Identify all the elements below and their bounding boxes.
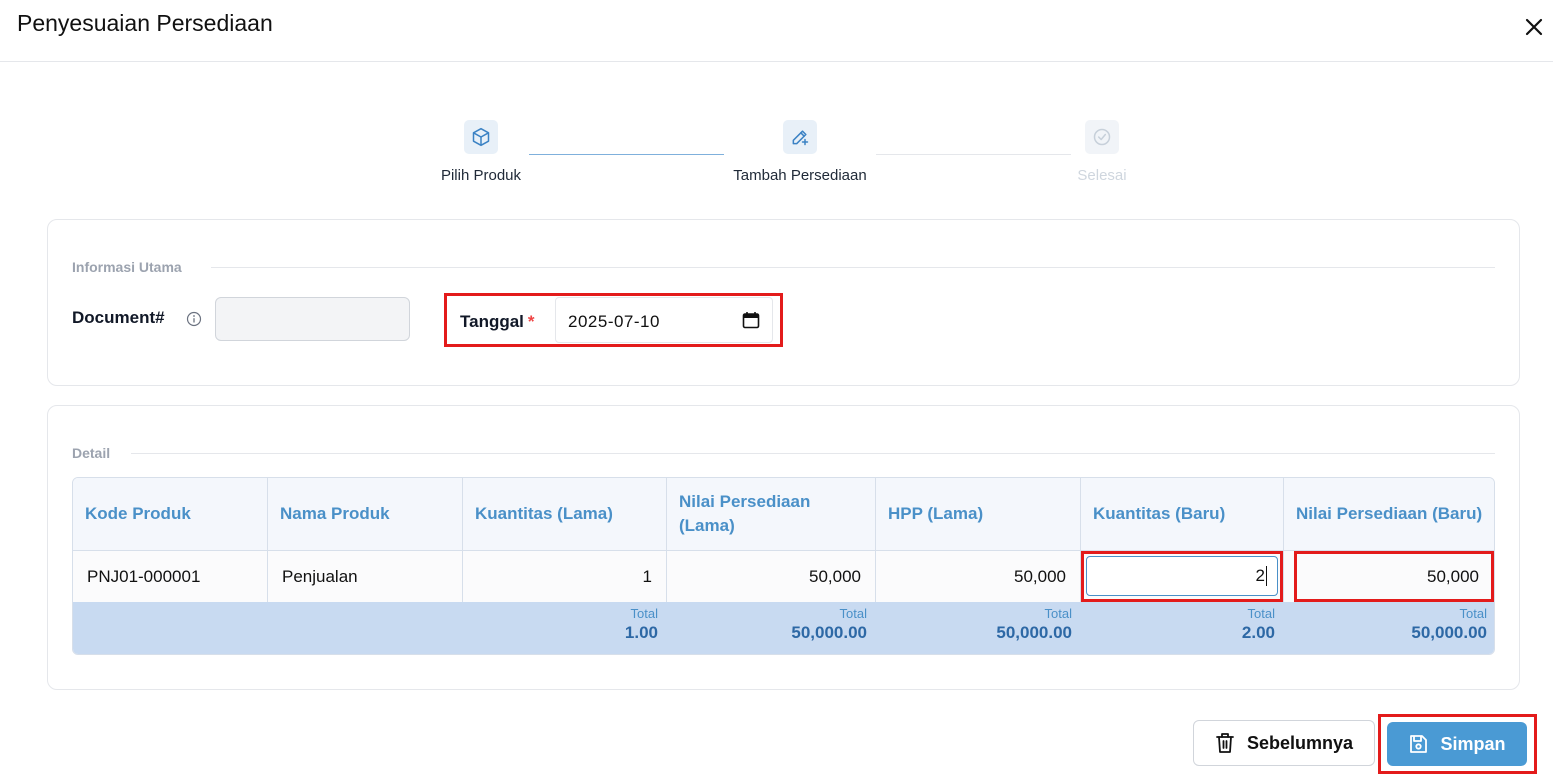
section-title-info: Informasi Utama	[72, 259, 182, 275]
column-header: Kuantitas (Lama)	[463, 478, 667, 550]
cell-kode-produk: PNJ01-000001	[73, 551, 268, 602]
trash-icon	[1216, 733, 1234, 753]
save-button-highlight: Simpan	[1378, 714, 1537, 774]
date-label: Tanggal *	[460, 312, 535, 331]
step-label: Selesai	[1077, 167, 1127, 184]
close-button[interactable]	[1519, 12, 1549, 42]
section-divider	[131, 453, 1495, 454]
cell-qty-baru: 2	[1081, 551, 1284, 602]
detail-card: Detail Kode Produk Nama Produk Kuantitas…	[47, 405, 1520, 690]
document-label: Document#	[72, 308, 165, 327]
step-selesai[interactable]: Selesai	[1002, 120, 1202, 184]
section-divider	[211, 267, 1495, 268]
qty-baru-highlight: 2	[1081, 551, 1283, 602]
table-header: Kode Produk Nama Produk Kuantitas (Lama)…	[73, 478, 1494, 551]
total-nilai-baru: Total 50,000.00	[1411, 606, 1487, 642]
save-button[interactable]: Simpan	[1387, 722, 1527, 766]
step-label: Tambah Persediaan	[733, 167, 867, 184]
save-icon	[1410, 735, 1428, 753]
info-card: Informasi Utama Document# Tanggal * 2025-…	[47, 219, 1520, 386]
step-pilih-produk[interactable]: Pilih Produk	[381, 120, 581, 184]
close-icon	[1525, 18, 1543, 36]
calendar-icon[interactable]	[742, 311, 760, 329]
check-circle-icon	[1093, 128, 1111, 146]
step-label: Pilih Produk	[440, 167, 522, 184]
total-nilai-lama: Total 50,000.00	[791, 606, 867, 642]
column-header: Nilai Persediaan (Baru)	[1296, 504, 1483, 523]
document-input[interactable]	[215, 297, 410, 341]
table-totals: Total 1.00 Total 50,000.00 Total 50,000.…	[73, 602, 1494, 654]
table-row: PNJ01-000001 Penjualan 1 50,000 50,000 2…	[73, 551, 1494, 602]
stepper: Pilih Produk Tambah Persediaan Selesai	[0, 120, 1553, 200]
cell-nilai-baru: 50,000	[1284, 551, 1494, 602]
column-header: Nama Produk	[268, 478, 463, 550]
cell-hpp-lama: 50,000	[876, 551, 1081, 602]
qty-baru-input[interactable]: 2	[1086, 556, 1278, 596]
date-value: 2025-07-10	[568, 312, 660, 331]
date-field-group: Tanggal * 2025-07-10	[444, 293, 783, 347]
total-hpp-lama: Total 50,000.00	[996, 606, 1072, 642]
box-icon	[472, 127, 490, 147]
save-button-label: Simpan	[1440, 733, 1506, 754]
column-header: Nilai Persediaan (Lama)	[667, 478, 876, 550]
date-input[interactable]: 2025-07-10	[555, 297, 773, 343]
total-qty-lama: Total 1.00	[624, 606, 658, 642]
step-tambah-persediaan[interactable]: Tambah Persediaan	[700, 120, 900, 184]
info-icon[interactable]	[186, 311, 202, 327]
cell-nama-produk: Penjualan	[268, 551, 463, 602]
column-header: Kuantitas (Baru)	[1081, 478, 1284, 550]
cell-nilai-lama: 50,000	[667, 551, 876, 602]
nilai-baru-value: 50,000	[1427, 566, 1479, 586]
detail-table: Kode Produk Nama Produk Kuantitas (Lama)…	[72, 477, 1495, 655]
nilai-baru-highlight[interactable]: 50,000	[1294, 551, 1494, 602]
modal-title: Penyesuaian Persediaan	[17, 10, 273, 36]
cell-qty-lama: 1	[463, 551, 667, 602]
required-mark: *	[527, 312, 535, 331]
column-header: HPP (Lama)	[876, 478, 1081, 550]
section-title-detail: Detail	[72, 445, 111, 461]
total-qty-baru: Total 2.00	[1241, 606, 1275, 642]
previous-button[interactable]: Sebelumnya	[1193, 720, 1375, 766]
previous-button-label: Sebelumnya	[1246, 732, 1354, 753]
modal-header: Penyesuaian Persediaan	[0, 0, 1553, 62]
column-header: Kode Produk	[73, 478, 268, 550]
edit-plus-icon	[792, 130, 809, 146]
